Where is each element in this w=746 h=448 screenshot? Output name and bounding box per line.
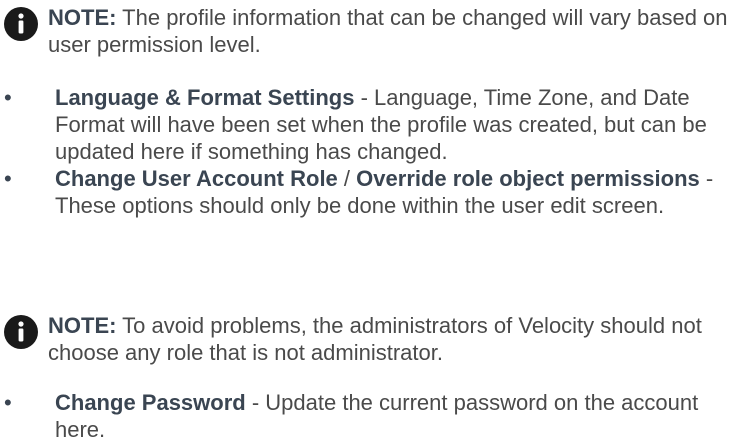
bullet-title: Change User Account Role [55, 166, 338, 191]
list-item-language-format: • Language & Format Settings - Language,… [0, 84, 746, 165]
bullet-list-settings: • Language & Format Settings - Language,… [0, 84, 746, 219]
bullet-dot: • [4, 85, 12, 110]
document-page: { "notes": [ { "label": "NOTE:", "text":… [0, 0, 746, 448]
info-icon [4, 315, 38, 349]
note-body: To avoid problems, the administrators of… [48, 313, 702, 365]
bullet-title-secondary: Override role object permissions [356, 166, 700, 191]
bullet-dot: • [4, 166, 12, 191]
bullet-dot: • [4, 390, 12, 415]
list-item-change-password: • Change Password - Update the current p… [0, 389, 746, 443]
note-label: NOTE: [48, 5, 117, 30]
bullet-title: Change Password [55, 390, 246, 415]
bullet-list-password: • Change Password - Update the current p… [0, 389, 746, 443]
note-text: NOTE: The profile information that can b… [48, 4, 742, 58]
note-label: NOTE: [48, 313, 117, 338]
note-body: The profile information that can be chan… [48, 5, 728, 57]
note-text: NOTE: To avoid problems, the administrat… [48, 312, 742, 366]
list-item-account-role: • Change User Account Role / Override ro… [0, 165, 746, 219]
info-icon [4, 7, 38, 41]
bullet-title: Language & Format Settings [55, 85, 355, 110]
bullet-separator: / [343, 166, 351, 191]
